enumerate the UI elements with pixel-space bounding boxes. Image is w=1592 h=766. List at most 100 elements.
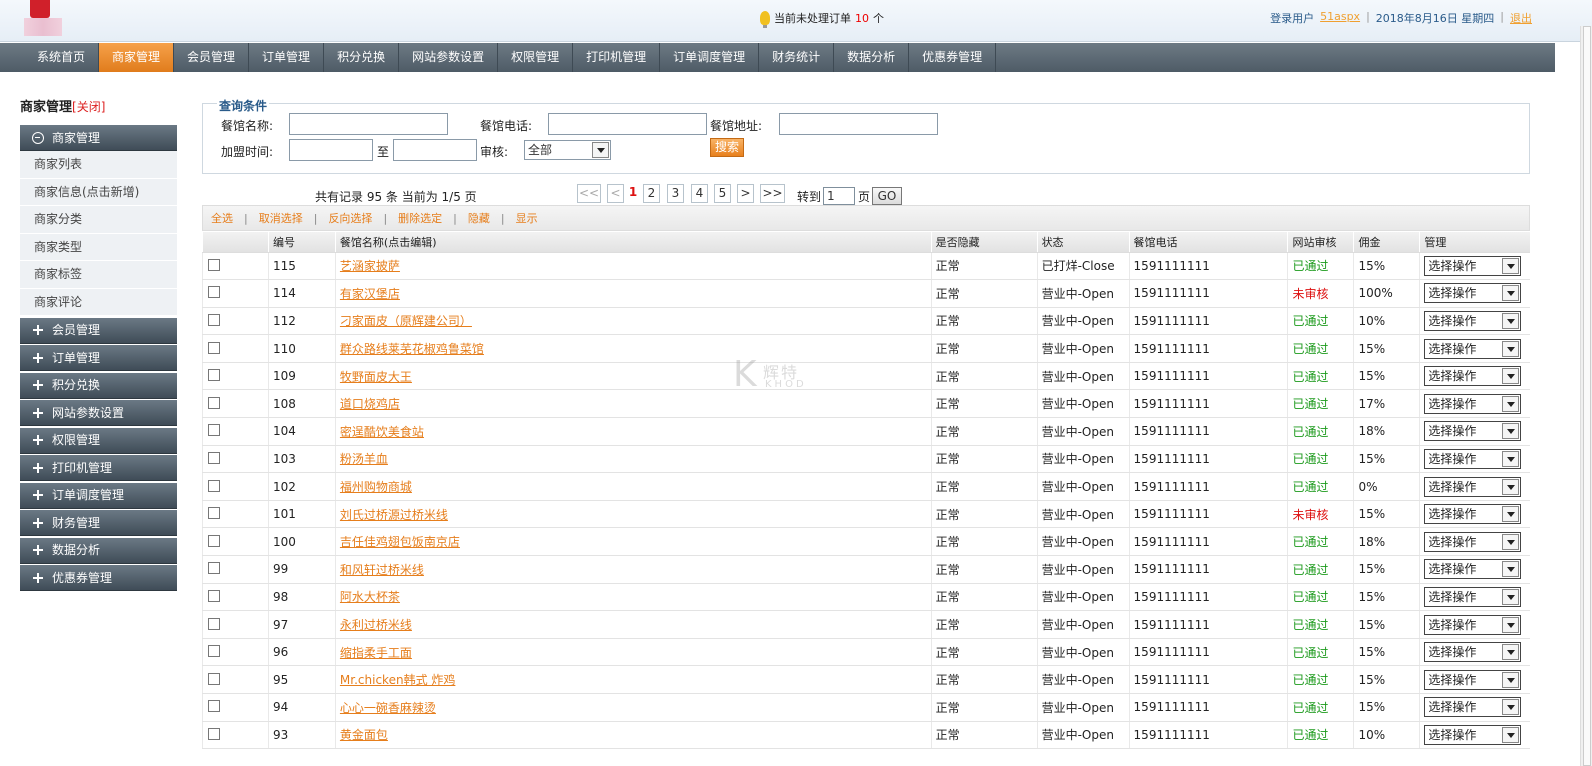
nav-item[interactable]: 打印机管理 [573, 43, 661, 72]
page-number-button[interactable]: 2 [643, 184, 660, 203]
nav-item[interactable]: 系统首页 [24, 43, 100, 72]
user-name-link[interactable]: 51aspx [1320, 10, 1360, 26]
action-link[interactable]: 隐藏 [468, 210, 490, 226]
sidebar-group[interactable]: 权限管理 [20, 427, 177, 454]
row-checkbox[interactable] [208, 645, 220, 658]
sidebar-group[interactable]: 订单管理 [20, 345, 177, 371]
nav-item[interactable]: 权限管理 [498, 43, 574, 72]
manage-select[interactable]: 选择操作 [1424, 614, 1522, 635]
manage-select[interactable]: 选择操作 [1424, 697, 1522, 718]
manage-select[interactable]: 选择操作 [1424, 255, 1522, 276]
scrollbar-thumb[interactable] [1583, 26, 1591, 766]
action-link[interactable]: 全选 [211, 210, 233, 226]
restaurant-name-link[interactable]: 密逞酷饮美食站 [334, 417, 932, 446]
join-date-end-input[interactable] [393, 139, 477, 161]
pending-orders-notice[interactable]: 当前未处理订单 10 个 [760, 10, 884, 28]
manage-select[interactable]: 选择操作 [1424, 504, 1522, 525]
row-checkbox[interactable] [208, 313, 220, 326]
restaurant-name-link[interactable]: 心心一碗香麻辣烫 [334, 693, 932, 722]
row-checkbox[interactable] [208, 672, 220, 685]
row-checkbox[interactable] [208, 562, 220, 575]
nav-item[interactable]: 网站参数设置 [399, 43, 499, 72]
row-checkbox[interactable] [208, 534, 220, 547]
row-checkbox[interactable] [208, 589, 220, 602]
sidebar-sub-item[interactable]: 商家信息(点击新增) [20, 178, 177, 206]
first-page-button[interactable]: << [577, 184, 601, 203]
manage-select[interactable]: 选择操作 [1424, 642, 1522, 663]
row-checkbox[interactable] [208, 286, 220, 299]
page-number-button[interactable]: 5 [714, 184, 731, 203]
nav-item[interactable]: 订单管理 [249, 43, 325, 72]
row-checkbox[interactable] [208, 507, 220, 520]
page-number-button[interactable]: 1 [627, 184, 639, 203]
row-checkbox[interactable] [208, 341, 220, 354]
page-number-button[interactable]: 3 [667, 184, 684, 203]
nav-item[interactable]: 财务统计 [759, 43, 835, 72]
manage-select[interactable]: 选择操作 [1424, 669, 1522, 690]
restaurant-name-link[interactable]: 黄金面包 [334, 721, 932, 750]
manage-select[interactable]: 选择操作 [1424, 338, 1522, 359]
prev-page-button[interactable]: < [607, 184, 624, 203]
manage-select[interactable]: 选择操作 [1424, 559, 1522, 580]
restaurant-name-input[interactable] [289, 113, 448, 135]
sidebar-sub-item[interactable]: 商家列表 [20, 151, 177, 179]
sidebar-group[interactable]: 订单调度管理 [20, 482, 177, 509]
restaurant-name-link[interactable]: 阿水大杯茶 [334, 583, 932, 612]
manage-select[interactable]: 选择操作 [1424, 366, 1522, 387]
sidebar-sub-item[interactable]: 商家分类 [20, 206, 177, 234]
page-scrollbar[interactable] [1580, 26, 1592, 766]
sidebar-sub-item[interactable]: 商家类型 [20, 233, 177, 261]
restaurant-name-link[interactable]: 刁家面皮（原辉建公司） [334, 307, 932, 336]
manage-select[interactable]: 选择操作 [1424, 448, 1522, 469]
nav-item[interactable]: 数据分析 [834, 43, 910, 72]
restaurant-name-link[interactable]: 粉汤羊血 [334, 445, 932, 474]
nav-item[interactable]: 会员管理 [174, 43, 250, 72]
restaurant-name-link[interactable]: 牧野面皮大王 [334, 362, 932, 391]
action-link[interactable]: 显示 [516, 210, 538, 226]
sidebar-group-expanded[interactable]: 商家管理 [20, 125, 177, 151]
restaurant-name-link[interactable]: 缩指柔手工面 [334, 638, 932, 667]
sidebar-group[interactable]: 财务管理 [20, 510, 177, 536]
sidebar-group[interactable]: 网站参数设置 [20, 400, 177, 426]
restaurant-name-link[interactable]: 和风轩过桥米线 [334, 555, 932, 584]
restaurant-name-link[interactable]: 福州购物商城 [334, 472, 932, 501]
audit-select[interactable]: 全部 [524, 140, 611, 160]
sidebar-group[interactable]: 打印机管理 [20, 455, 177, 481]
action-link[interactable]: 反向选择 [328, 210, 372, 226]
row-checkbox[interactable] [208, 258, 220, 271]
restaurant-name-link[interactable]: 刘氏过桥源过桥米线 [334, 500, 932, 529]
page-number-button[interactable]: 4 [691, 184, 708, 203]
goto-button[interactable]: GO [872, 187, 902, 205]
sidebar-sub-item[interactable]: 商家标签 [20, 261, 177, 289]
sidebar-group[interactable]: 优惠券管理 [20, 565, 177, 591]
nav-item[interactable]: 商家管理 [99, 43, 175, 72]
manage-select[interactable]: 选择操作 [1424, 724, 1522, 745]
restaurant-address-input[interactable] [779, 113, 938, 135]
restaurant-name-link[interactable]: 道口烧鸡店 [334, 389, 932, 419]
next-page-button[interactable]: > [737, 184, 754, 203]
search-button[interactable]: 搜索 [710, 138, 744, 157]
restaurant-phone-input[interactable] [548, 113, 707, 135]
manage-select[interactable]: 选择操作 [1424, 586, 1522, 607]
nav-item[interactable]: 积分兑换 [324, 43, 400, 72]
row-checkbox[interactable] [208, 424, 220, 437]
logout-link[interactable]: 退出 [1510, 10, 1532, 26]
nav-item[interactable]: 优惠券管理 [909, 43, 997, 72]
goto-page-input[interactable]: 1 [823, 187, 855, 205]
nav-item[interactable]: 订单调度管理 [660, 43, 760, 72]
row-checkbox[interactable] [208, 369, 220, 382]
sidebar-group[interactable]: 积分兑换 [20, 372, 177, 399]
restaurant-name-link[interactable]: 吉任佳鸡翅包饭南京店 [334, 527, 932, 557]
manage-select[interactable]: 选择操作 [1424, 421, 1522, 442]
action-link[interactable]: 删除选定 [398, 210, 442, 226]
sidebar-group[interactable]: 数据分析 [20, 537, 177, 564]
sidebar-close-link[interactable]: [关闭] [72, 100, 105, 114]
row-checkbox[interactable] [208, 727, 220, 740]
row-checkbox[interactable] [208, 700, 220, 713]
sidebar-sub-item[interactable]: 商家评论 [20, 288, 177, 316]
restaurant-name-link[interactable]: 有家汉堡店 [334, 279, 932, 308]
manage-select[interactable]: 选择操作 [1424, 283, 1522, 304]
manage-select[interactable]: 选择操作 [1424, 310, 1522, 331]
sidebar-group[interactable]: 会员管理 [20, 317, 177, 344]
restaurant-name-link[interactable]: 群众路线莱芜花椒鸡鲁菜馆 [334, 334, 932, 363]
